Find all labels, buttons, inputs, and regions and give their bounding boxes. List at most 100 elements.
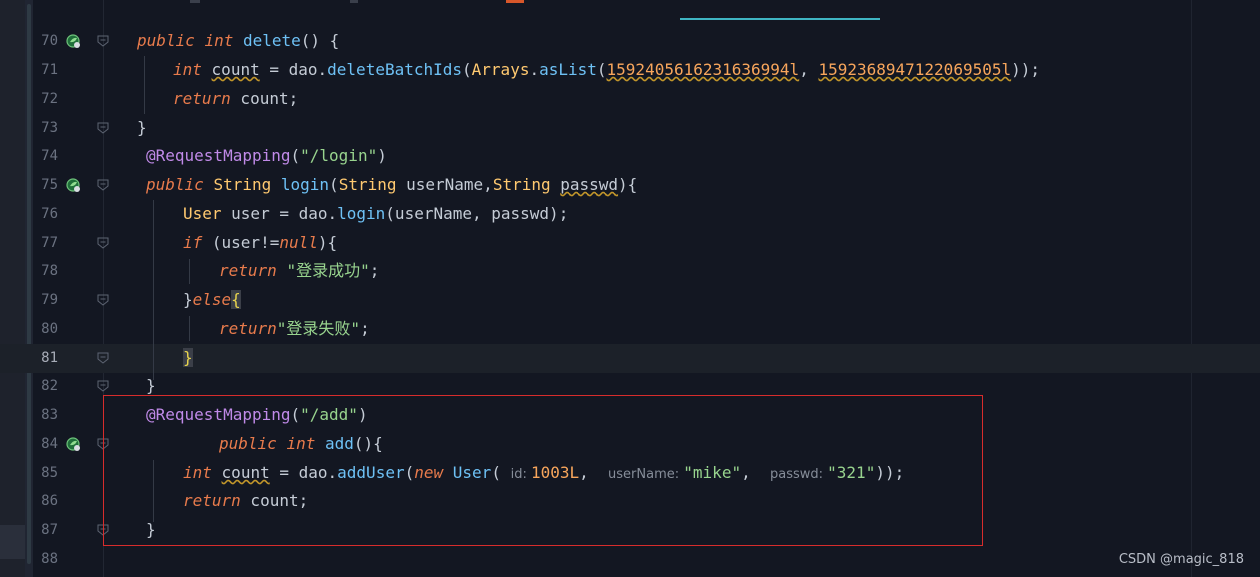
code-line[interactable]: 74 @RequestMapping("/login") xyxy=(0,142,1260,171)
code-token: (userName, passwd); xyxy=(385,204,569,223)
code-token: return xyxy=(219,319,277,338)
code-text[interactable]: if (user!=null){ xyxy=(183,234,337,252)
code-token: . xyxy=(529,60,540,79)
line-number[interactable]: 71 xyxy=(33,62,58,78)
code-text[interactable]: public String login(String userName,Stri… xyxy=(146,176,637,194)
code-token: (user!= xyxy=(202,233,280,252)
line-number[interactable]: 76 xyxy=(33,206,58,222)
indent-guide xyxy=(144,56,145,114)
code-token: User xyxy=(183,204,222,223)
spring-bean-run-icon[interactable] xyxy=(66,178,81,193)
line-number[interactable]: 72 xyxy=(33,91,58,107)
fold-marker-icon[interactable] xyxy=(97,294,109,306)
code-token: asList xyxy=(539,60,597,79)
code-text[interactable]: }else{ xyxy=(183,290,241,309)
tab-edge xyxy=(190,0,200,3)
code-line[interactable]: 76 User user = dao.login(userName, passwd… xyxy=(0,200,1260,229)
code-text[interactable]: User user = dao.login(userName, passwd); xyxy=(183,205,568,223)
code-token: String xyxy=(492,175,551,194)
code-token: login xyxy=(337,204,386,223)
code-line[interactable]: 73} xyxy=(0,114,1260,143)
line-number[interactable]: 74 xyxy=(33,148,58,164)
indent-guide xyxy=(189,316,190,341)
spring-bean-run-icon[interactable] xyxy=(66,437,81,452)
code-line[interactable]: 81} xyxy=(0,344,1260,373)
line-number[interactable]: 81 xyxy=(33,350,58,366)
code-token: passwd xyxy=(560,175,619,194)
editor-tab-active[interactable] xyxy=(680,0,880,20)
line-number[interactable]: 87 xyxy=(33,522,58,538)
code-token: ){ xyxy=(317,233,338,252)
code-token: String xyxy=(338,175,397,194)
code-text[interactable]: int count = dao.deleteBatchIds(Arrays.as… xyxy=(173,61,1040,79)
code-token: ; xyxy=(369,261,380,280)
code-line[interactable]: 70 public int delete() { xyxy=(0,27,1260,56)
code-line[interactable]: 72 return count; xyxy=(0,85,1260,114)
code-token: ( xyxy=(462,60,472,79)
fold-marker-icon[interactable] xyxy=(97,352,109,364)
fold-marker-icon[interactable] xyxy=(97,237,109,249)
line-number[interactable]: 88 xyxy=(33,551,58,567)
code-token: } xyxy=(137,118,147,137)
code-token: user = dao. xyxy=(221,204,338,223)
line-number[interactable]: 79 xyxy=(33,292,58,308)
code-text[interactable]: return "登录成功"; xyxy=(219,262,379,280)
code-token: ; xyxy=(360,319,370,338)
line-number[interactable]: 80 xyxy=(33,321,58,337)
code-token: String xyxy=(213,175,272,194)
code-token: } xyxy=(183,290,193,309)
code-token: } xyxy=(146,376,156,395)
line-number[interactable]: 83 xyxy=(33,407,58,423)
fold-marker-icon[interactable] xyxy=(97,179,109,191)
line-number[interactable]: 86 xyxy=(33,493,58,509)
code-token: count xyxy=(211,60,260,79)
code-line[interactable]: 75 public String login(String userName,St… xyxy=(0,171,1260,200)
code-token: null xyxy=(279,233,318,252)
code-line[interactable]: 71 int count = dao.deleteBatchIds(Arrays.… xyxy=(0,56,1260,85)
code-token: if xyxy=(183,233,203,252)
code-token: login xyxy=(280,175,330,194)
code-line[interactable]: 88 xyxy=(0,545,1260,574)
line-number[interactable]: 85 xyxy=(33,465,58,481)
code-token: Arrays xyxy=(471,60,530,79)
code-token: "/login" xyxy=(300,146,378,165)
code-token: else xyxy=(192,290,232,309)
line-number[interactable]: 77 xyxy=(33,235,58,251)
code-text[interactable]: @RequestMapping("/login") xyxy=(146,147,387,165)
code-text[interactable]: return"登录失败"; xyxy=(219,320,370,338)
line-number[interactable]: 75 xyxy=(33,177,58,193)
code-line[interactable]: 79 }else{ xyxy=(0,286,1260,315)
code-text[interactable]: public int delete() { xyxy=(137,32,339,50)
code-token: count; xyxy=(230,89,299,108)
line-number[interactable]: 73 xyxy=(33,120,58,136)
tab-edge xyxy=(350,0,358,3)
line-number[interactable]: 84 xyxy=(33,436,58,452)
fold-marker-icon[interactable] xyxy=(97,380,109,392)
line-number[interactable]: 70 xyxy=(33,33,58,49)
code-token: ) xyxy=(377,146,387,165)
line-number[interactable]: 78 xyxy=(33,263,58,279)
code-line[interactable]: 77 if (user!=null){ xyxy=(0,229,1260,258)
code-text[interactable]: return count; xyxy=(173,90,298,108)
fold-marker-icon[interactable] xyxy=(97,122,109,134)
code-token: delete xyxy=(242,31,301,50)
code-token: "登录成功" xyxy=(286,261,370,280)
code-text[interactable]: } xyxy=(183,348,193,367)
fold-marker-icon[interactable] xyxy=(97,35,109,47)
code-text[interactable]: } xyxy=(137,119,147,137)
code-token: public xyxy=(137,31,195,50)
code-token: public xyxy=(146,175,204,194)
code-token: } xyxy=(183,348,193,367)
watermark: CSDN @magic_818 xyxy=(1118,552,1244,567)
indent-guide xyxy=(189,259,190,284)
line-number[interactable]: 82 xyxy=(33,378,58,394)
code-text[interactable]: } xyxy=(146,377,156,395)
spring-bean-run-icon[interactable] xyxy=(66,34,81,49)
